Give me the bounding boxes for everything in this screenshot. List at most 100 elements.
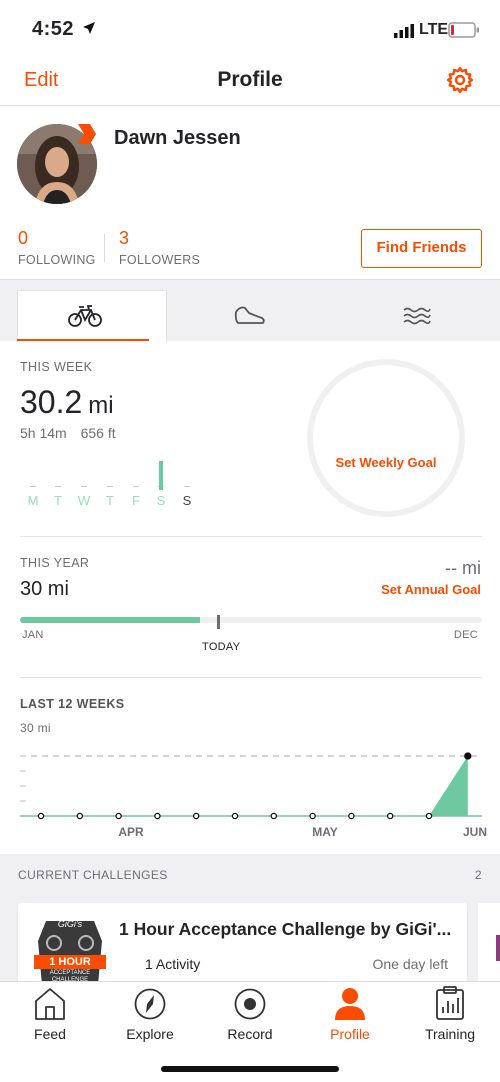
athlete-name: Dawn Jessen xyxy=(114,127,241,149)
day-label: W xyxy=(77,493,91,508)
data-point xyxy=(270,812,278,820)
week-substats: 5h 14m 656 ft xyxy=(20,425,116,441)
today-marker xyxy=(217,615,220,629)
challenge-card[interactable]: GiGi's 1 HOUR ACCEPTANCE CHALLENGE 1 Hou… xyxy=(18,903,467,985)
followers-label: FOLLOWERS xyxy=(119,253,201,267)
following-stat[interactable]: 0 FOLLOWING xyxy=(18,228,96,267)
data-point xyxy=(425,812,433,820)
day-label: T xyxy=(106,493,114,508)
next-card-badge-edge xyxy=(496,935,500,961)
status-bar: 4:52 LTE xyxy=(0,0,500,58)
tab-feed[interactable]: Feed xyxy=(0,982,100,1062)
followers-stat[interactable]: 3 FOLLOWERS xyxy=(119,228,200,267)
challenge-title: 1 Hour Acceptance Challenge by GiGi'... xyxy=(119,919,452,939)
year-start-label: JAN xyxy=(22,629,44,641)
tab-feed-label: Feed xyxy=(34,1026,66,1042)
bike-icon xyxy=(68,305,102,327)
home-indicator xyxy=(161,1066,339,1072)
next-challenge-card[interactable] xyxy=(478,903,500,985)
divider xyxy=(20,677,482,678)
record-icon xyxy=(234,988,266,1020)
last-12-weeks-label: LAST 12 WEEKS xyxy=(20,697,125,711)
tab-ride[interactable] xyxy=(17,290,167,342)
tab-training-label: Training xyxy=(424,1026,476,1042)
data-point xyxy=(76,812,84,820)
badge-line-1: GiGi's xyxy=(57,919,83,929)
day-label: T xyxy=(54,493,62,508)
status-time: 4:52 xyxy=(32,18,75,40)
this-year-label: THIS YEAR xyxy=(20,556,90,570)
tab-explore-label: Explore xyxy=(126,1026,174,1042)
sport-tabs xyxy=(0,279,500,342)
day-dash xyxy=(55,486,61,487)
day-label: S xyxy=(182,493,192,508)
year-distance: 30 mi xyxy=(20,578,69,600)
tab-run[interactable] xyxy=(167,290,333,342)
data-point xyxy=(192,812,200,820)
divider xyxy=(20,536,482,537)
annual-goal-value: -- mi xyxy=(445,558,481,578)
week-distance-value: 30.2 xyxy=(20,384,83,420)
following-count: 0 xyxy=(18,228,29,248)
day-dash xyxy=(184,486,190,487)
day-dash xyxy=(107,486,113,487)
data-point xyxy=(37,812,45,820)
badge-line-3: ACCEPTANCE xyxy=(49,970,91,976)
signal-bars-icon xyxy=(394,24,414,38)
followers-count: 3 xyxy=(119,228,130,248)
tab-training[interactable]: Training xyxy=(400,982,500,1062)
month-label: APR xyxy=(118,825,144,839)
week-elevation: 656 ft xyxy=(80,425,116,441)
badge-line-2: 1 HOUR xyxy=(49,956,91,968)
tab-profile-label: Profile xyxy=(330,1026,370,1042)
challenges-count: 2 xyxy=(474,868,482,882)
day-label: M xyxy=(27,493,39,508)
day-label: F xyxy=(132,493,140,508)
weekly-chart: APR MAY JUN xyxy=(20,752,487,839)
challenge-time-left: One day left xyxy=(372,956,449,972)
day-activity-bar xyxy=(159,461,163,490)
year-progress-fill xyxy=(20,617,201,623)
stat-divider xyxy=(104,234,105,262)
nav-bar: Profile Edit xyxy=(0,58,500,106)
person-icon xyxy=(335,988,365,1020)
chart-max-label: 30 mi xyxy=(20,721,51,735)
today-label: TODAY xyxy=(202,641,241,653)
active-tab-indicator xyxy=(17,339,149,341)
challenge-badge: GiGi's 1 HOUR ACCEPTANCE CHALLENGE xyxy=(32,917,108,985)
subscriber-badge-icon xyxy=(78,124,96,144)
battery-icon xyxy=(448,22,479,38)
tab-record-label: Record xyxy=(227,1026,273,1042)
edit-button[interactable]: Edit xyxy=(24,69,58,92)
tab-swim[interactable] xyxy=(333,290,500,342)
shoe-icon xyxy=(234,306,265,324)
find-friends-button[interactable]: Find Friends xyxy=(361,229,482,268)
week-distance-unit: mi xyxy=(88,392,114,419)
challenges-label: CURRENT CHALLENGES xyxy=(18,868,168,882)
month-label: JUN xyxy=(463,825,487,839)
tab-explore[interactable]: Explore xyxy=(100,982,200,1062)
set-weekly-goal-link[interactable]: Set Weekly Goal xyxy=(307,455,465,470)
set-annual-goal-link[interactable]: Set Annual Goal xyxy=(381,582,481,597)
clipboard-chart-icon xyxy=(436,986,464,1020)
tab-record[interactable]: Record xyxy=(200,982,300,1062)
data-point xyxy=(115,812,122,820)
data-point xyxy=(309,812,316,820)
day-label: S xyxy=(156,493,166,508)
day-dash xyxy=(81,486,87,487)
month-label: MAY xyxy=(312,825,338,839)
network-type: LTE xyxy=(419,21,449,38)
location-arrow-icon xyxy=(83,22,95,34)
home-icon xyxy=(35,988,65,1020)
data-point xyxy=(154,812,161,820)
page-title: Profile xyxy=(217,68,283,91)
compass-icon xyxy=(134,988,166,1020)
this-week-label: THIS WEEK xyxy=(20,360,93,374)
data-point xyxy=(386,812,394,820)
water-icon xyxy=(403,307,431,325)
gear-icon[interactable] xyxy=(446,66,474,94)
week-time: 5h 14m xyxy=(20,425,67,441)
weekly-goal-ring[interactable] xyxy=(307,359,465,517)
tab-profile[interactable]: Profile xyxy=(300,982,400,1062)
day-dash xyxy=(133,486,139,487)
